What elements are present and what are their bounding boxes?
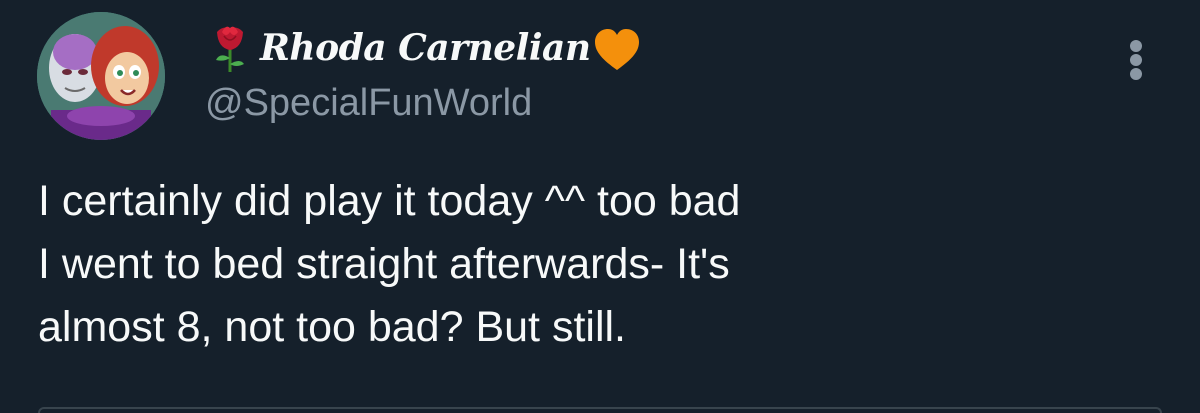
more-options-button[interactable] (1108, 32, 1164, 88)
avatar[interactable] (37, 12, 165, 140)
author-block: Rhoda Carnelian @SpecialFunWorld (205, 18, 1092, 138)
more-vertical-icon-dot (1130, 68, 1142, 80)
tweet-text-line: I certainly did play it today ^^ too bad (38, 177, 741, 225)
tweet-card: Rhoda Carnelian @SpecialFunWorld I certa… (0, 0, 1200, 413)
rose-icon (212, 22, 248, 74)
tweet-text-line: almost 8, not too bad? But still. (38, 303, 626, 351)
author-name-row[interactable]: Rhoda Carnelian (212, 18, 641, 78)
author-display-name[interactable]: Rhoda Carnelian (260, 27, 591, 69)
tweet-text-line: I went to bed straight afterwards- It's (38, 240, 730, 288)
avatar-image (37, 12, 165, 140)
more-vertical-icon (1130, 40, 1142, 52)
orange-heart-icon (593, 28, 641, 72)
author-handle[interactable]: @SpecialFunWorld (205, 82, 532, 125)
tweet-text: I certainly did play it today ^^ too bad… (38, 170, 1158, 359)
more-vertical-icon-dot (1130, 54, 1142, 66)
embedded-card-top-edge (38, 407, 1162, 413)
